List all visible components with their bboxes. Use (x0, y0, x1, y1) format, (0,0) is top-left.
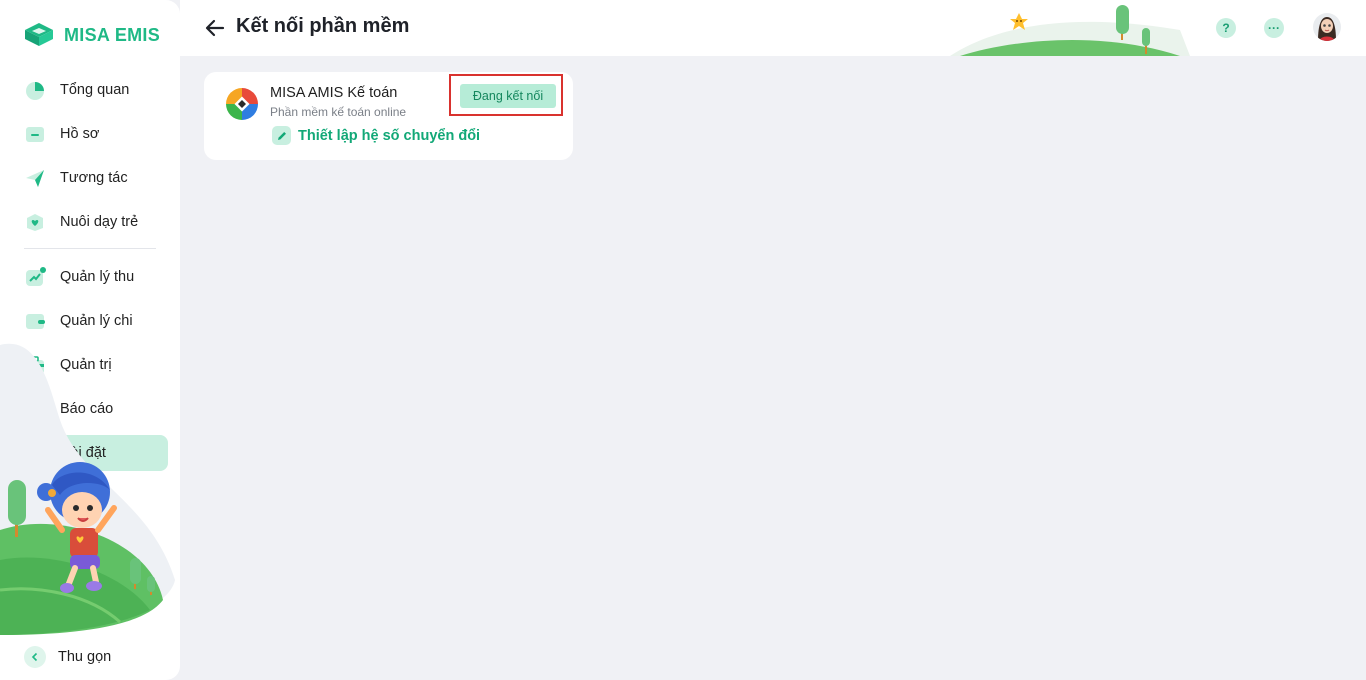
sidebar-item-label: Hồ sơ (60, 126, 100, 142)
back-arrow-icon[interactable] (204, 17, 226, 39)
sidebar-item-tuong-tac[interactable]: Tương tác (12, 160, 168, 196)
heart-box-icon (24, 211, 46, 233)
sidebar-item-quan-ly-thu[interactable]: Quản lý thu (12, 259, 168, 295)
app-subtitle: Phần mềm kế toán online (270, 105, 407, 119)
chevron-left-icon (24, 646, 46, 668)
nav-divider (24, 248, 156, 249)
page-title: Kết nối phần mềm (236, 15, 410, 37)
sidebar-item-nuoi-day-tre[interactable]: Nuôi dạy trẻ (12, 204, 168, 240)
amis-app-logo-icon (226, 88, 258, 120)
misa-logo-icon (25, 23, 53, 46)
pie-chart-icon (24, 79, 46, 101)
sidebar-item-tong-quan[interactable]: Tổng quan (12, 72, 168, 108)
sidebar-item-ho-so[interactable]: Hồ sơ (12, 116, 168, 152)
sidebar-item-label: Nuôi dạy trẻ (60, 214, 139, 230)
paper-plane-icon (24, 167, 46, 189)
help-button[interactable]: ? (1216, 18, 1236, 38)
setup-conversion-link[interactable]: Thiết lập hệ số chuyển đổi (272, 126, 480, 145)
brand-name: MISA EMIS (64, 24, 161, 45)
sidebar-item-label: Tổng quan (60, 82, 130, 98)
brand-logo[interactable]: MISA EMIS (22, 20, 160, 50)
pencil-icon (272, 126, 291, 145)
sidebar: MISA EMIS Tổng quan Hồ sơ Tương tác Nuôi… (0, 0, 180, 680)
app-name: MISA AMIS Kế toán (270, 85, 398, 101)
sidebar-item-label: Quản lý thu (60, 269, 135, 285)
connection-status-badge: Đang kết nối (460, 84, 556, 108)
collapse-label: Thu gọn (58, 649, 112, 665)
income-chart-icon (24, 266, 46, 288)
user-avatar[interactable] (1313, 13, 1341, 41)
sidebar-item-label: Tương tác (60, 170, 128, 186)
folder-icon (24, 123, 46, 145)
collapse-sidebar-button[interactable]: Thu gọn (24, 646, 111, 668)
sidebar-illustration (0, 343, 175, 635)
sidebar-item-label: Quản lý chi (60, 313, 133, 329)
more-options-button[interactable]: ··· (1264, 18, 1284, 38)
header-hill-decoration (950, 5, 1190, 56)
wallet-icon (24, 310, 46, 332)
setup-link-label: Thiết lập hệ số chuyển đổi (298, 127, 481, 144)
connection-card: MISA AMIS Kế toán Phần mềm kế toán onlin… (204, 72, 573, 160)
top-header: Kết nối phần mềm ? ··· (180, 0, 1366, 56)
status-highlight-box: Đang kết nối (449, 74, 563, 116)
